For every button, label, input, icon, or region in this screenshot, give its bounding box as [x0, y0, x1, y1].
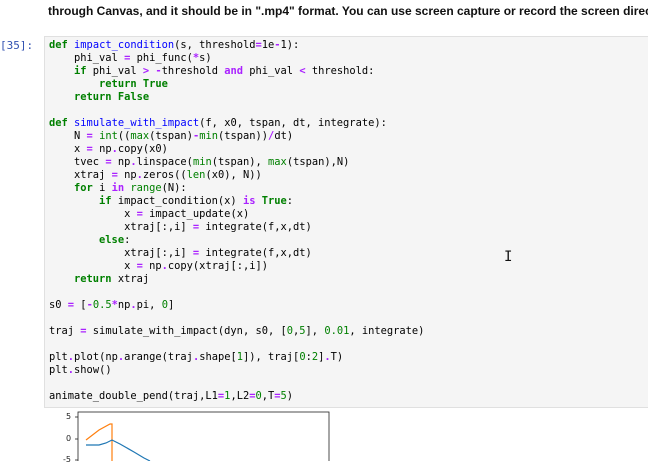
cell-output: 5 0 -5	[44, 410, 648, 464]
instructions-text: through Canvas, and it should be in ".mp…	[48, 0, 648, 20]
code-editor[interactable]: def impact_condition(s, threshold=1e-1):…	[49, 39, 424, 403]
plot-line-series-1	[86, 439, 151, 461]
plot-axes-frame	[77, 411, 330, 461]
text-cursor-icon: I	[504, 249, 513, 265]
instructions-line-2: through Canvas, and it should be in ".mp…	[48, 4, 648, 18]
plot-output	[75, 411, 330, 461]
cell-prompt: [35]:	[0, 39, 34, 52]
code-cell[interactable]: def impact_condition(s, threshold=1e-1):…	[44, 36, 648, 408]
